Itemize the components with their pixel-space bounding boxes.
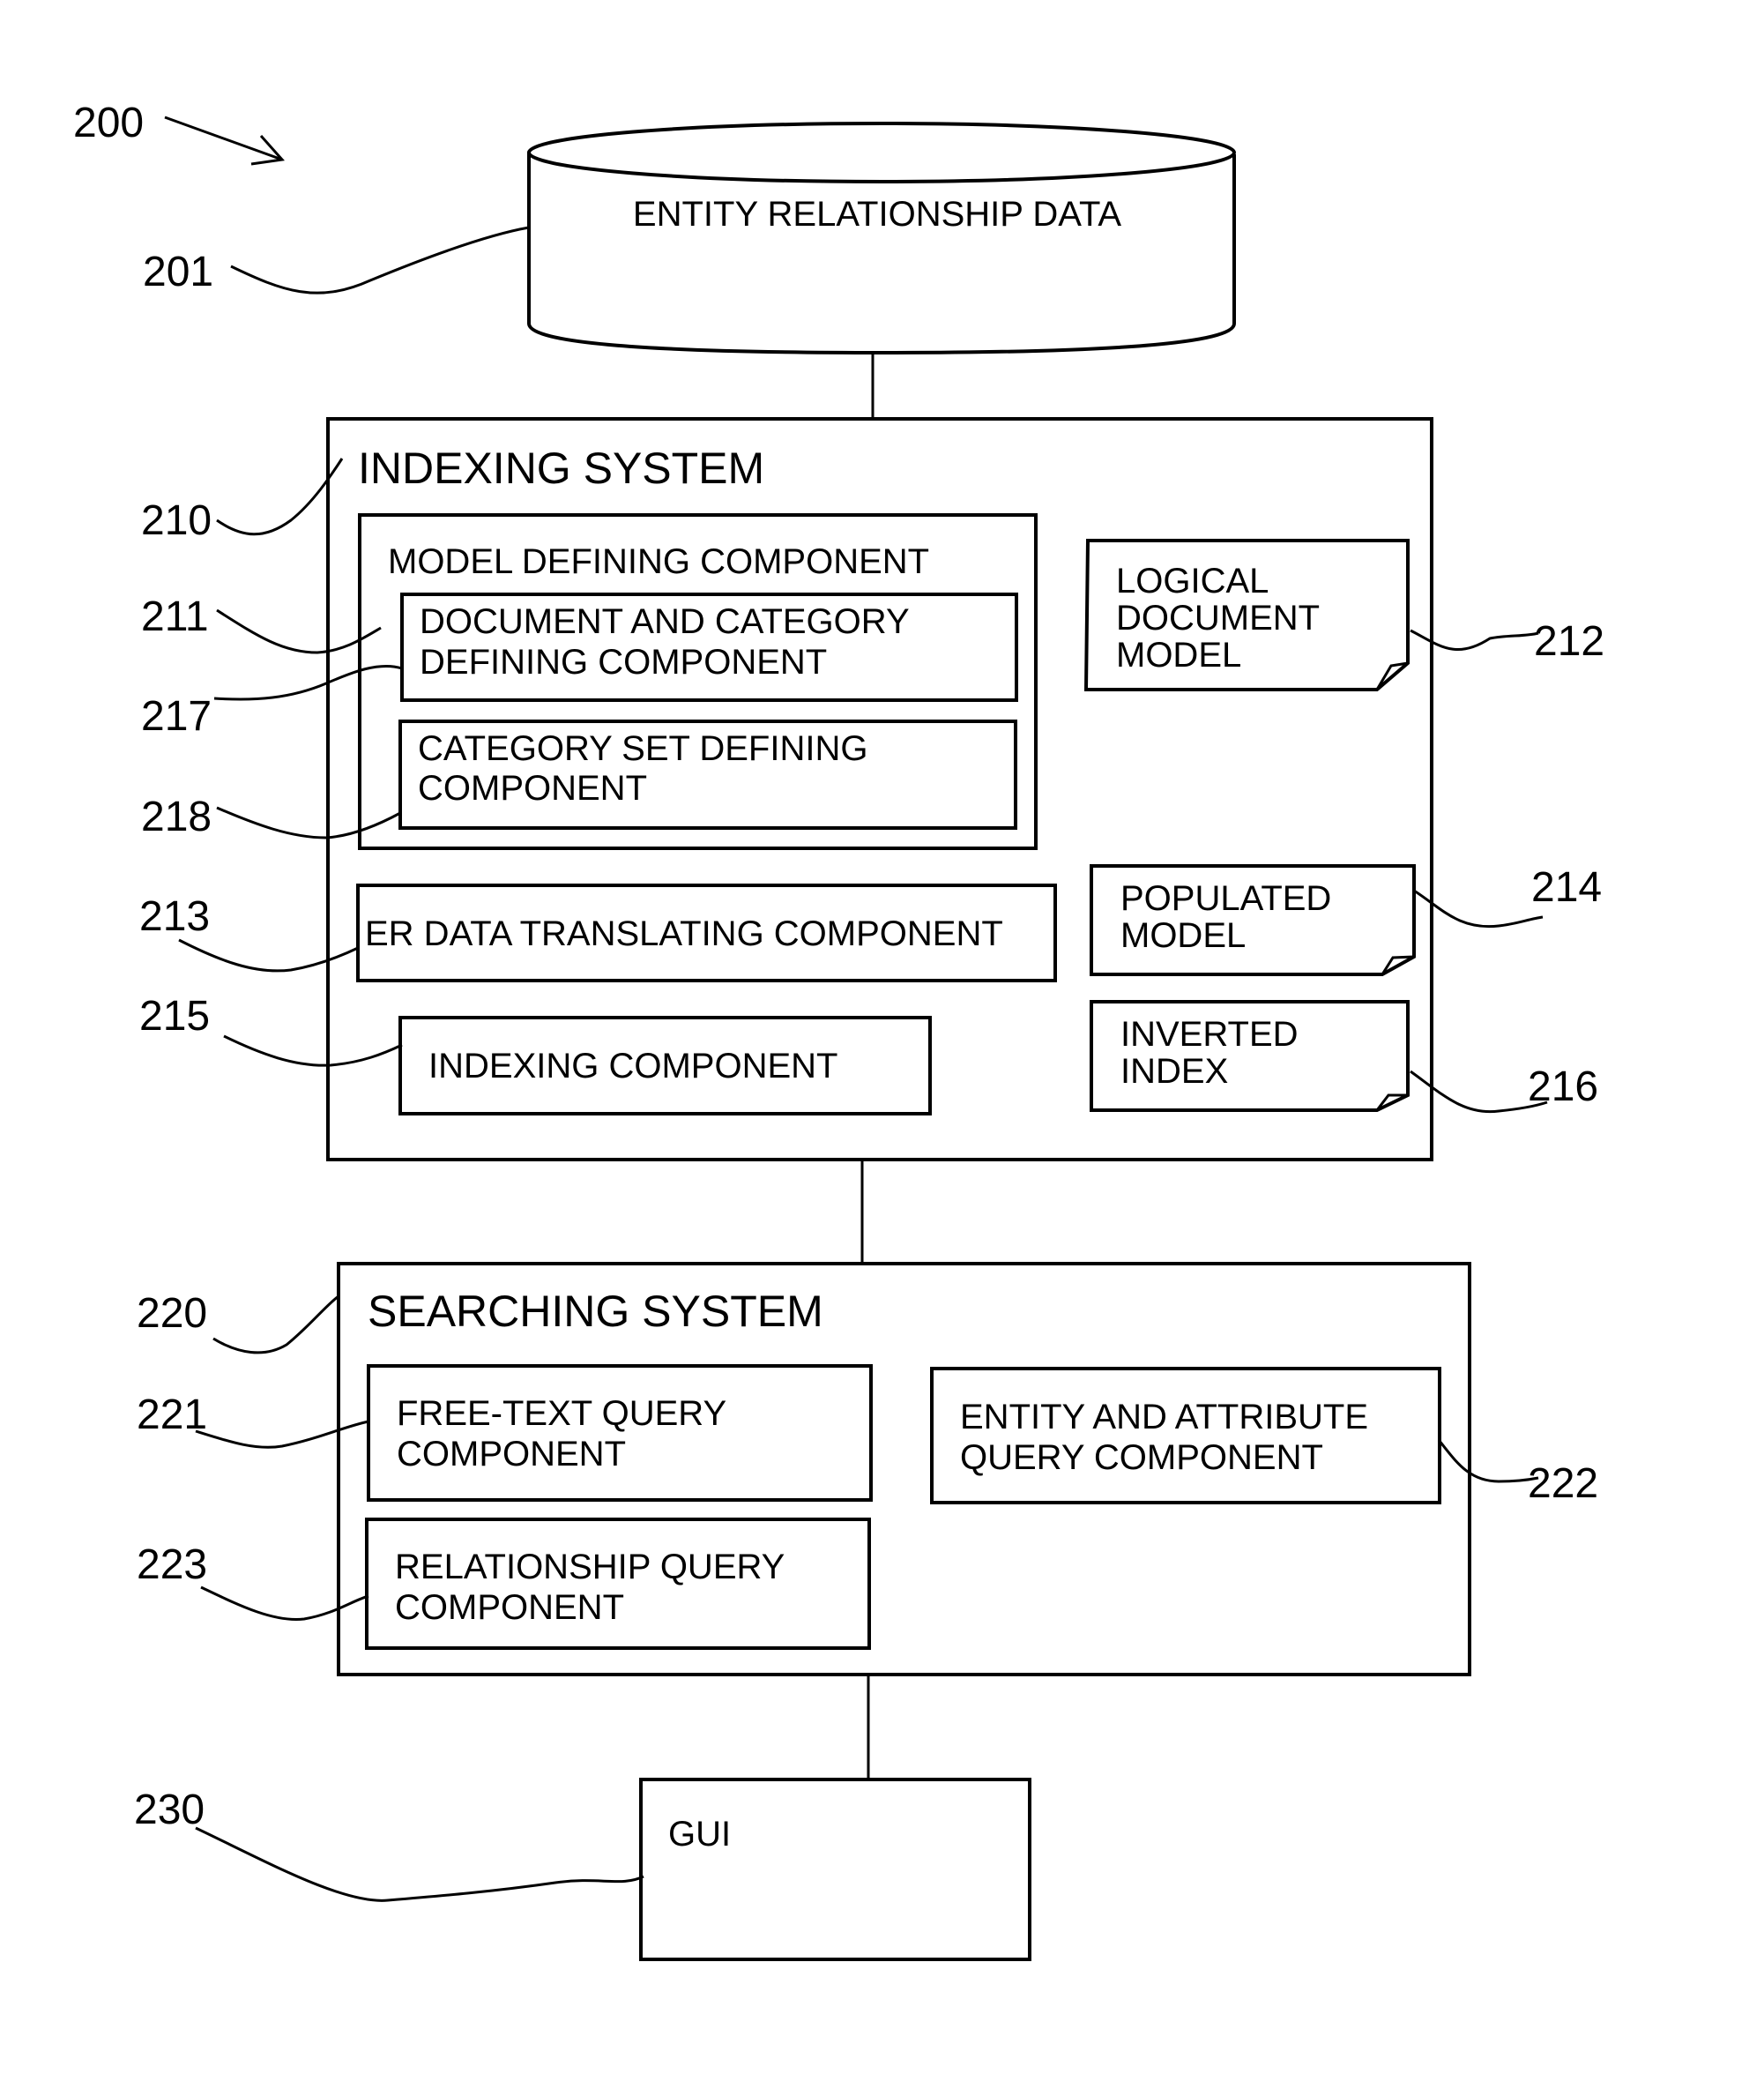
populated-model-line-1: POPULATED	[1120, 879, 1331, 918]
ref-218: 218	[141, 794, 212, 840]
leader-201	[230, 226, 530, 295]
model-defining-title: MODEL DEFINING COMPONENT	[388, 542, 929, 581]
indexing-system-title: INDEXING SYSTEM	[358, 444, 764, 493]
entity-attribute-line-1: ENTITY AND ATTRIBUTE	[960, 1398, 1368, 1436]
leader-220	[212, 1294, 339, 1354]
ref-217: 217	[141, 693, 212, 740]
searching-system-title: SEARCHING SYSTEM	[368, 1287, 823, 1336]
er-translating-label: ER DATA TRANSLATING COMPONENT	[365, 914, 1003, 953]
document-category-defining-component: DOCUMENT AND CATEGORY DEFINING COMPONENT	[400, 593, 1018, 702]
indexing-component: INDEXING COMPONENT	[398, 1016, 932, 1115]
ref-200: 200	[73, 100, 144, 146]
doc-category-line-1: DOCUMENT AND CATEGORY	[420, 602, 910, 641]
populated-model-line-2: MODEL	[1120, 916, 1246, 955]
free-text-line-1: FREE-TEXT QUERY	[397, 1394, 726, 1433]
ref-212: 212	[1534, 618, 1604, 665]
gui-box: GUI	[639, 1778, 1031, 1961]
category-set-line-2: COMPONENT	[418, 769, 647, 808]
category-set-line-1: CATEGORY SET DEFINING	[418, 729, 867, 768]
ref-214: 214	[1531, 864, 1602, 911]
logical-doc-line-1: LOGICAL	[1116, 562, 1269, 601]
logical-document-model: LOGICAL DOCUMENT MODEL	[1083, 539, 1410, 691]
ref-213: 213	[139, 893, 210, 940]
gui-label: GUI	[668, 1815, 731, 1854]
figure-arrow	[164, 116, 285, 166]
logical-doc-line-2: DOCUMENT	[1116, 599, 1320, 638]
entity-attribute-line-2: QUERY COMPONENT	[960, 1438, 1323, 1477]
entity-relationship-data-label: ENTITY RELATIONSHIP DATA	[633, 195, 1122, 234]
inverted-index-line-1: INVERTED	[1120, 1015, 1299, 1054]
entity-attribute-query-component: ENTITY AND ATTRIBUTE QUERY COMPONENT	[930, 1367, 1441, 1504]
relationship-line-1: RELATIONSHIP QUERY	[395, 1548, 785, 1586]
doc-category-line-2: DEFINING COMPONENT	[420, 643, 827, 682]
category-set-defining-component: CATEGORY SET DEFINING COMPONENT	[398, 720, 1017, 830]
entity-relationship-data-store: ENTITY RELATIONSHIP DATA	[527, 122, 1236, 355]
ref-215: 215	[139, 993, 210, 1040]
ref-220: 220	[137, 1290, 207, 1337]
populated-model: POPULATED MODEL	[1090, 864, 1416, 976]
relationship-line-2: COMPONENT	[395, 1588, 624, 1627]
inverted-index: INVERTED INDEX	[1090, 1000, 1410, 1112]
ref-210: 210	[141, 497, 212, 544]
ref-222: 222	[1528, 1460, 1598, 1507]
inverted-index-line-2: INDEX	[1120, 1052, 1228, 1091]
er-data-translating-component: ER DATA TRANSLATING COMPONENT	[356, 884, 1057, 982]
free-text-line-2: COMPONENT	[397, 1435, 626, 1473]
leader-230	[195, 1826, 644, 1902]
leader-210	[216, 458, 344, 536]
ref-230: 230	[134, 1787, 205, 1833]
relationship-query-component: RELATIONSHIP QUERY COMPONENT	[365, 1518, 871, 1650]
ref-211: 211	[141, 593, 209, 640]
ref-201: 201	[143, 249, 213, 295]
ref-216: 216	[1528, 1063, 1598, 1110]
ref-223: 223	[137, 1541, 207, 1588]
logical-doc-line-3: MODEL	[1116, 636, 1241, 675]
indexing-component-label: INDEXING COMPONENT	[428, 1047, 837, 1085]
free-text-query-component: FREE-TEXT QUERY COMPONENT	[367, 1364, 873, 1502]
system-diagram: 200 ENTITY RELATIONSHIP DATA 201 INDEXIN…	[73, 100, 1604, 1961]
